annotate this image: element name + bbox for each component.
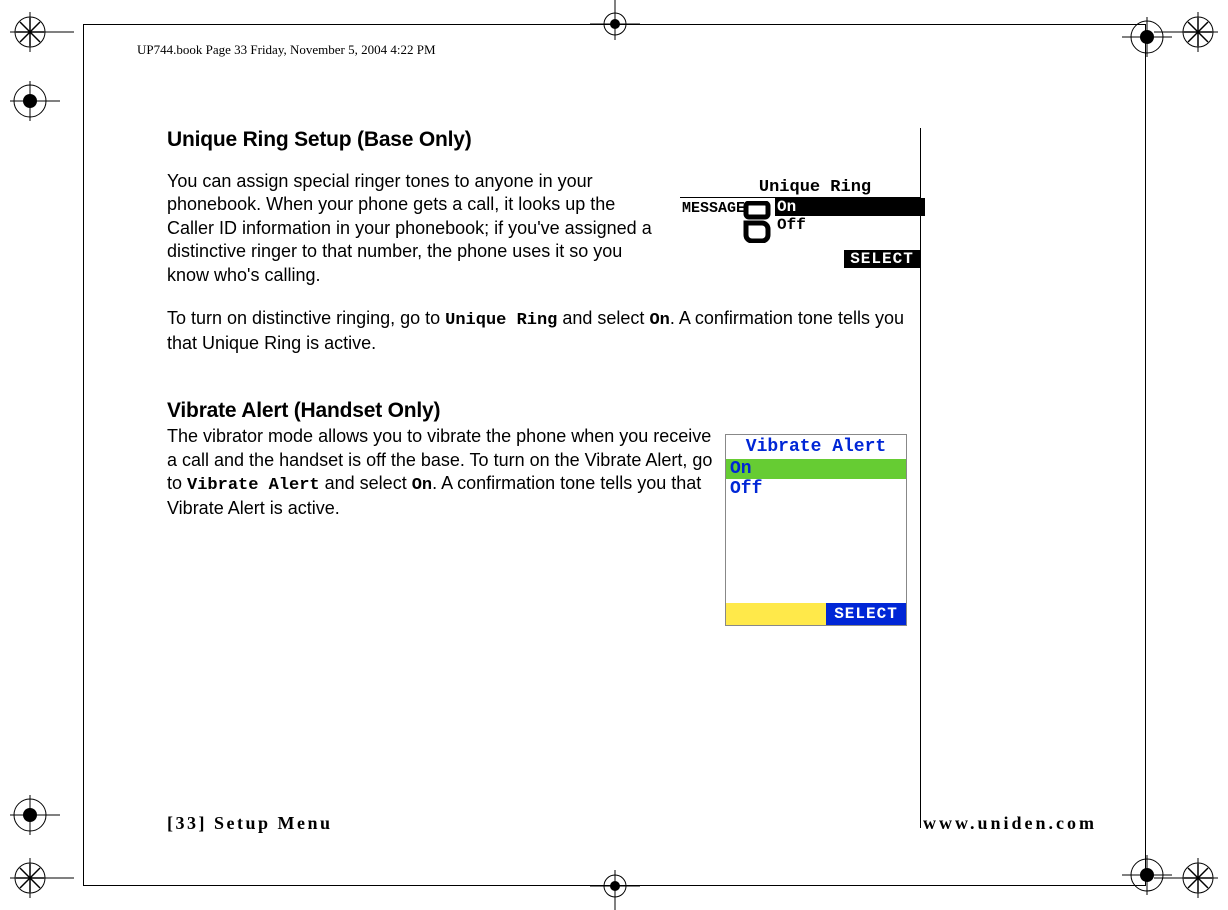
crop-mark-icon [10, 858, 74, 898]
crop-mark-icon [10, 790, 60, 840]
lcd-title: Unique Ring [680, 178, 920, 197]
page-footer: [33] Setup Menu www.uniden.com [167, 813, 1107, 834]
lcd-softkey-select: SELECT [826, 603, 906, 625]
menu-keyword: On [649, 311, 669, 330]
footer-page-section: [33] Setup Menu [167, 813, 333, 833]
lcd-option-off: Off [726, 479, 906, 499]
section-heading-vibrate-alert: Vibrate Alert (Handset Only) [167, 399, 927, 423]
lcd-title: Vibrate Alert [726, 435, 906, 459]
crop-mark-icon [585, 0, 645, 40]
crop-mark-icon [10, 12, 74, 52]
footer-url: www.uniden.com [923, 813, 1097, 834]
handset-lcd-screenshot: Vibrate Alert On Off SELECT [725, 434, 907, 626]
lcd-message-label: MESSAGE [682, 200, 745, 217]
text: and select [320, 473, 412, 493]
menu-keyword: On [412, 476, 432, 495]
menu-keyword: Unique Ring [445, 311, 557, 330]
crop-mark-icon [10, 76, 60, 126]
lcd-option-off: Off [777, 216, 806, 234]
paragraph: You can assign special ringer tones to a… [167, 170, 667, 287]
answering-machine-icon [743, 201, 773, 248]
paragraph: To turn on distinctive ringing, go to Un… [167, 307, 907, 355]
lcd-option-on: On [726, 459, 906, 479]
crop-mark-icon [585, 870, 645, 910]
crop-mark-icon [1122, 12, 1172, 62]
paragraph: The vibrator mode allows you to vibrate … [167, 425, 717, 520]
base-lcd-screenshot: Unique Ring MESSAGE On Off SELECT [680, 178, 920, 268]
lcd-softkey-select: SELECT [844, 250, 920, 268]
text: and select [557, 308, 649, 328]
menu-keyword: Vibrate Alert [187, 476, 320, 495]
section-heading-unique-ring: Unique Ring Setup (Base Only) [167, 128, 927, 152]
text: To turn on distinctive ringing, go to [167, 308, 445, 328]
crop-mark-icon [1122, 850, 1172, 900]
page-meta-header: UP744.book Page 33 Friday, November 5, 2… [137, 42, 436, 58]
lcd-option-on: On [775, 198, 925, 216]
